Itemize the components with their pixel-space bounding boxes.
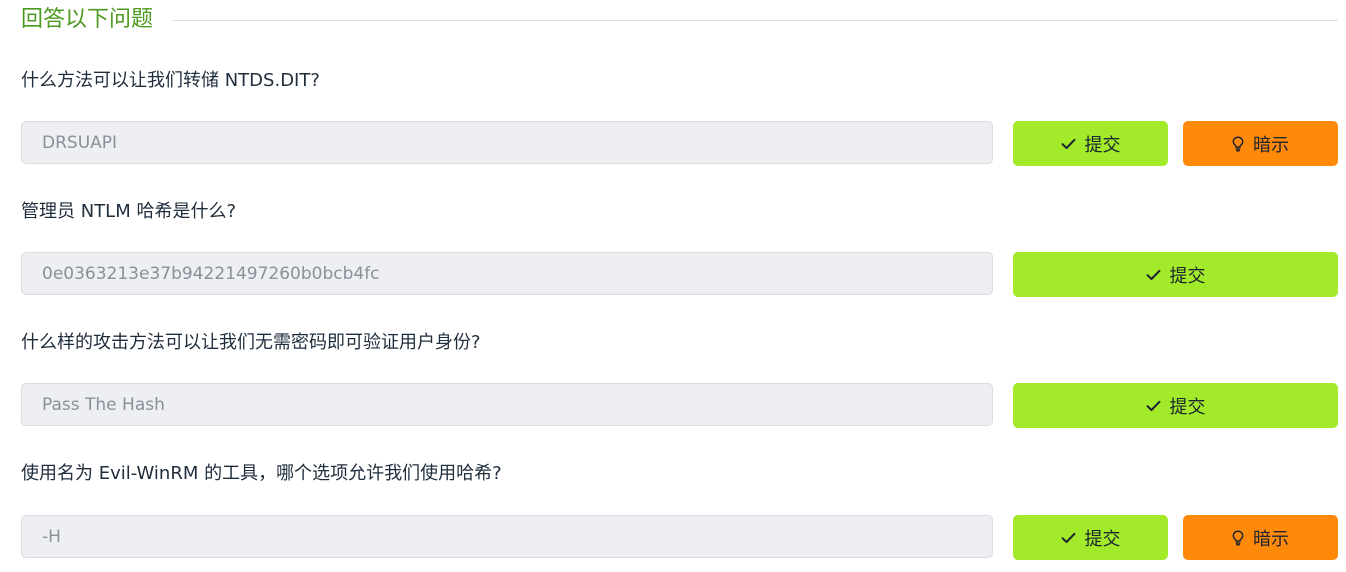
check-icon	[1146, 400, 1161, 412]
question-4-text: 使用名为 Evil-WinRM 的工具，哪个选项允许我们使用哈希?	[21, 463, 502, 484]
hint-1-button[interactable]: 暗示	[1183, 121, 1338, 166]
answer-questions-panel: 回答以下问题 什么方法可以让我们转储 NTDS.DIT? DRSUAPI 提交 …	[0, 0, 1346, 572]
section-header: 回答以下问题	[21, 0, 1338, 40]
answer-row-2: 0e0363213e37b94221497260b0bcb4fc 提交	[21, 252, 1338, 297]
submit-1-button[interactable]: 提交	[1013, 121, 1168, 166]
answer-row-3: Pass The Hash 提交	[21, 383, 1338, 428]
submit-4-button[interactable]: 提交	[1013, 515, 1168, 560]
submit-3-label: 提交	[1169, 396, 1206, 418]
submit-1-label: 提交	[1084, 134, 1121, 156]
lightbulb-icon	[1232, 135, 1244, 152]
check-icon	[1061, 138, 1076, 150]
hint-1-label: 暗示	[1253, 134, 1289, 156]
answer-row-4: -H 提交 暗示	[21, 515, 1338, 560]
submit-4-label: 提交	[1084, 528, 1121, 550]
lightbulb-icon	[1232, 529, 1244, 546]
submit-2-label: 提交	[1169, 265, 1206, 287]
hint-4-button[interactable]: 暗示	[1183, 515, 1338, 560]
answer-4-input[interactable]: -H	[21, 515, 993, 558]
question-3-text: 什么样的攻击方法可以让我们无需密码即可验证用户身份?	[21, 332, 481, 353]
answer-row-1: DRSUAPI 提交 暗示	[21, 121, 1338, 166]
answer-3-input[interactable]: Pass The Hash	[21, 383, 993, 426]
section-divider	[173, 19, 1338, 21]
check-icon	[1061, 532, 1076, 544]
question-1-text: 什么方法可以让我们转储 NTDS.DIT?	[21, 70, 320, 91]
answer-1-input[interactable]: DRSUAPI	[21, 121, 993, 164]
check-icon	[1146, 269, 1161, 281]
hint-4-label: 暗示	[1253, 528, 1289, 550]
section-title: 回答以下问题	[21, 7, 154, 32]
submit-3-button[interactable]: 提交	[1013, 383, 1338, 428]
submit-2-button[interactable]: 提交	[1013, 252, 1338, 297]
answer-2-input[interactable]: 0e0363213e37b94221497260b0bcb4fc	[21, 252, 993, 295]
question-2-text: 管理员 NTLM 哈希是什么?	[21, 201, 237, 222]
